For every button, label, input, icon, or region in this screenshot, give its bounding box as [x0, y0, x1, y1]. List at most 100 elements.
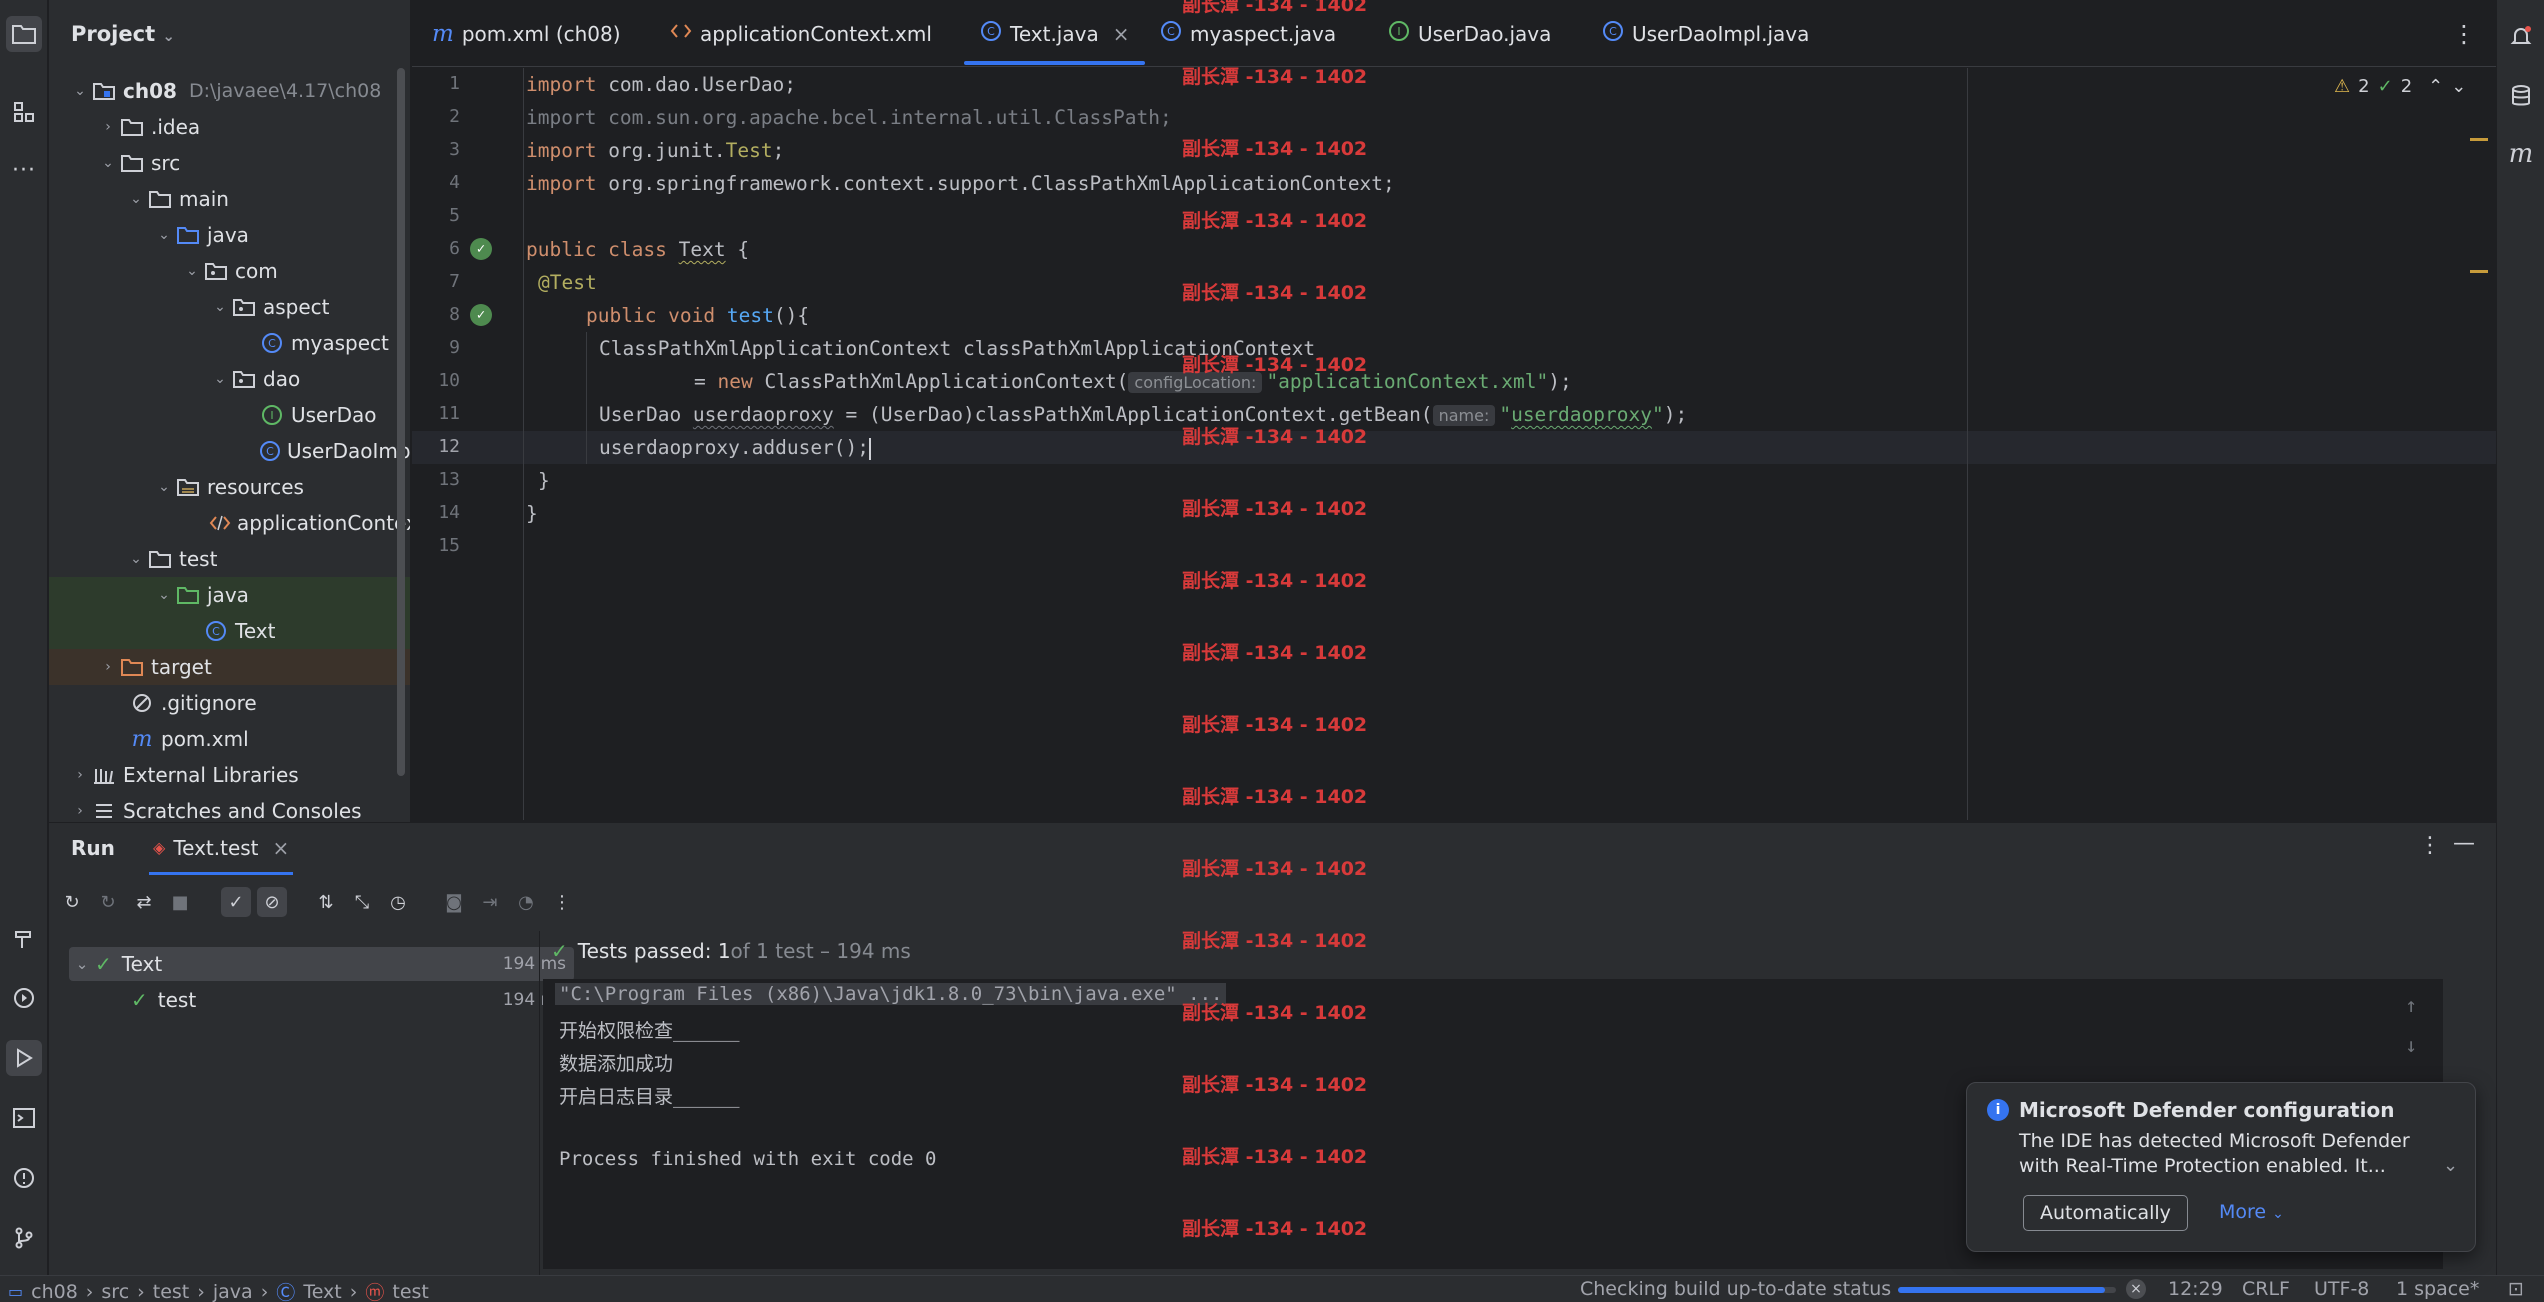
- chevron-down-icon[interactable]: ⌄: [153, 587, 175, 603]
- tree-item-userdao[interactable]: I UserDao: [49, 397, 410, 433]
- inspection-widget[interactable]: ⚠ 2 ✓ 2 ⌃ ⌄: [2334, 76, 2466, 97]
- close-icon[interactable]: ×: [1113, 22, 1130, 46]
- problems-icon[interactable]: [6, 1160, 42, 1196]
- chevron-down-icon[interactable]: ⌄: [209, 299, 231, 315]
- tab-applicationcontext[interactable]: applicationContext.xml: [670, 0, 932, 67]
- tree-item-userdaoimpl[interactable]: C UserDaoImpl: [49, 433, 410, 469]
- maven-icon[interactable]: m: [2503, 136, 2539, 172]
- indent-setting[interactable]: 1 space*: [2396, 1278, 2479, 1300]
- tree-item-applicationcontext[interactable]: applicationContext.xml: [49, 505, 410, 541]
- tree-item-test-java[interactable]: ⌄ java: [49, 577, 410, 613]
- arrow-down-icon[interactable]: ↓: [2405, 1033, 2417, 1057]
- tree-item-myaspect[interactable]: C myaspect: [49, 325, 410, 361]
- tree-item-ch08[interactable]: ⌄ ch08 D:\javaee\4.17\ch08: [49, 73, 410, 109]
- more-link[interactable]: More ⌄: [2219, 1201, 2284, 1223]
- tab-userdao[interactable]: I UserDao.java: [1388, 0, 1551, 67]
- terminal-icon[interactable]: [6, 1100, 42, 1136]
- code-editor[interactable]: 1 2 3 4 5 6 7 8 9 10 11 12 13 14 15 ✓ ✓ …: [412, 68, 2496, 820]
- structure-icon[interactable]: [6, 94, 42, 130]
- import-icon[interactable]: ⇥: [475, 887, 505, 917]
- build-hammer-icon[interactable]: [6, 920, 42, 956]
- toggle-autotest-icon[interactable]: ⇄: [129, 887, 159, 917]
- expand-chevron-icon[interactable]: ⌄: [2443, 1155, 2458, 1176]
- show-ignored-icon[interactable]: ⊘: [257, 887, 287, 917]
- tree-item-target[interactable]: › target: [49, 649, 410, 685]
- tree-item-src[interactable]: ⌄ src: [49, 145, 410, 181]
- chevron-right-icon[interactable]: ›: [69, 803, 91, 819]
- more-tools-icon[interactable]: ···: [6, 152, 42, 188]
- tree-item-pom[interactable]: m pom.xml: [49, 721, 410, 757]
- tree-item-java[interactable]: ⌄ java: [49, 217, 410, 253]
- tree-item-com[interactable]: ⌄ com: [49, 253, 410, 289]
- tree-item-main[interactable]: ⌄ main: [49, 181, 410, 217]
- database-icon[interactable]: [2503, 78, 2539, 114]
- line-separator[interactable]: CRLF: [2242, 1278, 2290, 1300]
- automatically-button[interactable]: Automatically: [2023, 1195, 2188, 1231]
- export-icon[interactable]: ◔: [511, 887, 541, 917]
- project-scrollbar[interactable]: [397, 68, 405, 776]
- tree-item-gitignore[interactable]: .gitignore: [49, 685, 410, 721]
- breadcrumb-item[interactable]: src: [101, 1281, 129, 1302]
- run-title[interactable]: Run: [71, 836, 115, 860]
- chevron-down-icon[interactable]: ⌄: [125, 191, 147, 207]
- tree-item-idea[interactable]: › .idea: [49, 109, 410, 145]
- tab-userdaoimpl[interactable]: C UserDaoImpl.java: [1602, 0, 1809, 67]
- lock-icon[interactable]: ⊡: [2508, 1278, 2524, 1300]
- more-tabs-icon[interactable]: ⋮: [2452, 0, 2476, 67]
- tree-item-resources[interactable]: ⌄ resources: [49, 469, 410, 505]
- close-icon[interactable]: ×: [273, 836, 290, 860]
- rerun-failed-icon[interactable]: ↻: [93, 887, 123, 917]
- cancel-task-icon[interactable]: ×: [2126, 1279, 2146, 1299]
- arrow-up-icon[interactable]: ↑: [2405, 993, 2417, 1017]
- chevron-down-icon[interactable]: ⌄: [209, 371, 231, 387]
- tree-item-aspect[interactable]: ⌄ aspect: [49, 289, 410, 325]
- tree-item-test[interactable]: ⌄ test: [49, 541, 410, 577]
- services-icon[interactable]: [6, 980, 42, 1016]
- run-test-gutter-icon[interactable]: ✓: [470, 304, 492, 326]
- breadcrumb-item[interactable]: Text: [303, 1281, 341, 1302]
- breadcrumb-item[interactable]: test: [153, 1281, 190, 1302]
- notifications-bell-icon[interactable]: [2503, 18, 2539, 54]
- git-icon[interactable]: [6, 1220, 42, 1256]
- tab-pom[interactable]: m pom.xml (ch08): [432, 0, 621, 67]
- breadcrumb-item[interactable]: java: [213, 1281, 253, 1302]
- collapse-icon[interactable]: ⤡: [347, 887, 377, 917]
- minimize-icon[interactable]: —: [2453, 831, 2475, 856]
- history-icon[interactable]: ◷: [383, 887, 413, 917]
- chevron-down-icon[interactable]: ⌄: [69, 83, 91, 99]
- chevron-down-icon[interactable]: ⌄: [97, 155, 119, 171]
- project-folder-icon[interactable]: [6, 16, 42, 52]
- run-test-gutter-icon[interactable]: ✓: [470, 238, 492, 260]
- sort-icon[interactable]: ⇅: [311, 887, 341, 917]
- chevron-right-icon[interactable]: ›: [97, 119, 119, 135]
- splitter[interactable]: [539, 931, 540, 1276]
- chevron-right-icon[interactable]: ›: [69, 767, 91, 783]
- warning-stripe[interactable]: [2470, 270, 2488, 273]
- chevron-down-icon[interactable]: ⌄: [125, 551, 147, 567]
- rerun-icon[interactable]: ↻: [57, 887, 87, 917]
- chevron-up-icon[interactable]: ⌃: [2428, 76, 2443, 97]
- run-icon[interactable]: [6, 1040, 42, 1076]
- stop-icon[interactable]: ■: [165, 887, 195, 917]
- options-menu-icon[interactable]: ⋮: [2419, 833, 2441, 858]
- chevron-down-icon[interactable]: ⌄: [153, 479, 175, 495]
- project-panel-title[interactable]: Project ⌄: [71, 22, 175, 46]
- file-encoding[interactable]: UTF-8: [2314, 1278, 2369, 1300]
- tree-item-scratches[interactable]: › Scratches and Consoles: [49, 793, 410, 822]
- tab-text-java[interactable]: C Text.java ×: [963, 0, 1147, 67]
- breadcrumb-item[interactable]: ch08: [31, 1281, 78, 1302]
- chevron-right-icon[interactable]: ›: [97, 659, 119, 675]
- breadcrumb-item[interactable]: test: [392, 1281, 429, 1302]
- tree-item-text[interactable]: C Text: [49, 613, 410, 649]
- warning-stripe[interactable]: [2470, 138, 2488, 141]
- run-tab-text-test[interactable]: ◈ Text.test ×: [149, 823, 294, 875]
- chevron-down-icon[interactable]: ⌄: [153, 227, 175, 243]
- tree-item-external-libraries[interactable]: › External Libraries: [49, 757, 410, 793]
- chevron-down-icon[interactable]: ⌄: [2451, 76, 2466, 97]
- tree-item-dao[interactable]: ⌄ dao: [49, 361, 410, 397]
- chevron-down-icon[interactable]: ⌄: [69, 955, 95, 973]
- show-passed-icon[interactable]: ✓: [221, 887, 251, 917]
- caret-position[interactable]: 12:29: [2168, 1278, 2223, 1300]
- test-row-test[interactable]: ✓ test 194 ms: [69, 983, 574, 1017]
- test-row-text[interactable]: ⌄ ✓ Text 194 ms: [69, 947, 574, 981]
